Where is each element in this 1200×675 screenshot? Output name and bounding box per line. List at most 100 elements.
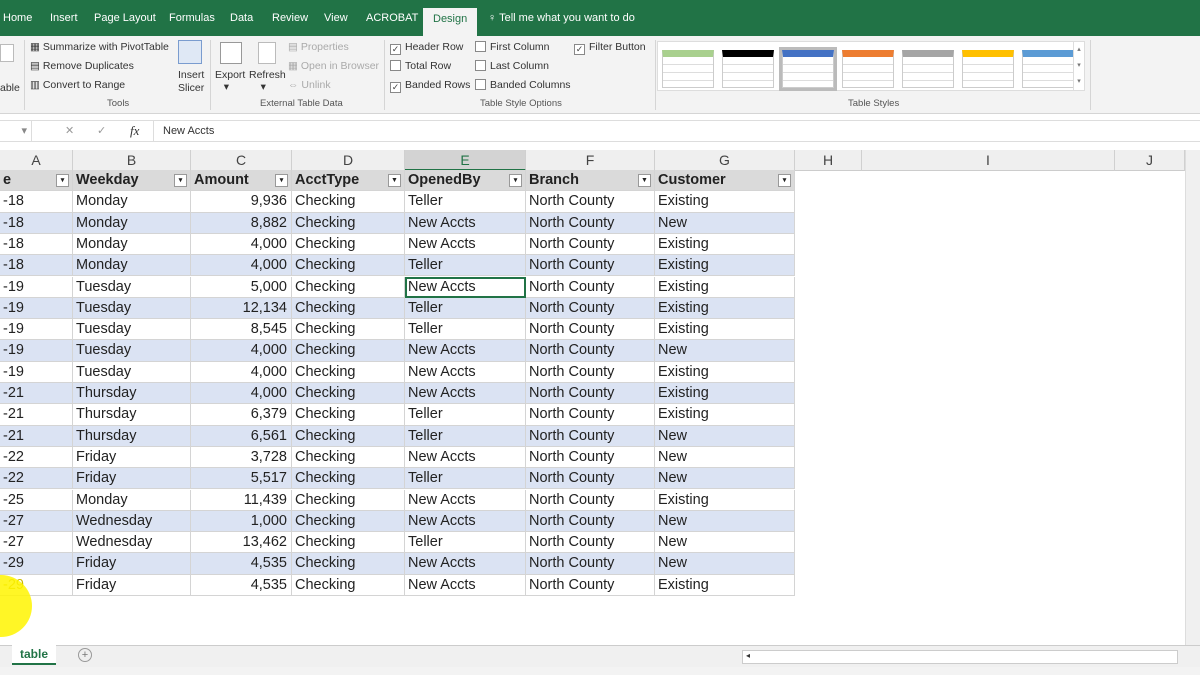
table-cell[interactable]: -22 [0, 468, 73, 490]
summarize-pivottable-button[interactable]: ▦ Summarize with PivotTable [30, 41, 169, 53]
table-header-e[interactable]: e ▾ [0, 170, 73, 192]
table-cell[interactable]: Existing [655, 255, 795, 277]
table-cell[interactable]: North County [526, 319, 655, 341]
table-cell[interactable]: North County [526, 510, 655, 533]
table-cell[interactable]: Tuesday [73, 340, 191, 362]
table-cell[interactable]: Monday [73, 489, 191, 511]
table-cell[interactable]: Monday [73, 233, 191, 256]
table-cell[interactable]: Teller [405, 319, 526, 341]
table-cell[interactable]: -22 [0, 446, 73, 469]
table-cell[interactable]: -19 [0, 361, 73, 383]
tab-review[interactable]: Review [272, 12, 308, 24]
table-cell[interactable]: Friday [73, 468, 191, 490]
tell-me-search[interactable]: ♀ Tell me what you want to do [488, 12, 635, 24]
table-style-swatch[interactable] [1022, 50, 1074, 88]
table-cell[interactable]: New Accts [405, 361, 526, 383]
table-cell[interactable]: New [655, 425, 795, 447]
filter-applied-icon[interactable]: ▼ [638, 174, 651, 187]
properties-button[interactable]: ▤ Properties [288, 41, 349, 53]
tab-data[interactable]: Data [230, 12, 253, 24]
table-cell[interactable]: Tuesday [73, 297, 191, 320]
table-cell[interactable]: New Accts [405, 489, 526, 511]
table-cell[interactable]: North County [526, 404, 655, 426]
table-cell[interactable]: Existing [655, 191, 795, 213]
checkbox-icon[interactable] [475, 60, 486, 71]
table-cell[interactable]: 4,000 [191, 361, 292, 383]
checkbox-banded-columns[interactable]: Banded Columns [475, 79, 571, 91]
table-cell[interactable]: -19 [0, 276, 73, 298]
table-cell[interactable]: -18 [0, 191, 73, 213]
column-header-B[interactable]: B [73, 150, 191, 171]
table-cell[interactable]: Teller [405, 297, 526, 320]
new-sheet-button[interactable]: + [78, 648, 92, 662]
table-cell[interactable]: 6,379 [191, 404, 292, 426]
table-cell[interactable]: 3,728 [191, 446, 292, 469]
table-cell[interactable]: New Accts [405, 340, 526, 362]
table-cell[interactable]: Friday [73, 446, 191, 469]
unlink-button[interactable]: ⇔ Unlink [288, 79, 331, 91]
table-cell[interactable]: Checking [292, 297, 405, 320]
table-cell[interactable]: Thursday [73, 383, 191, 405]
table-style-swatch[interactable] [842, 50, 894, 88]
table-cell[interactable]: Checking [292, 212, 405, 234]
table-cell[interactable]: New Accts [405, 233, 526, 256]
formula-input[interactable]: New Accts [153, 121, 214, 141]
table-cell[interactable]: Monday [73, 255, 191, 277]
tab-formulas[interactable]: Formulas [169, 12, 215, 24]
table-cell[interactable]: -18 [0, 212, 73, 234]
sheet-tab-table[interactable]: table [12, 645, 57, 665]
table-cell[interactable]: Teller [405, 255, 526, 277]
table-cell[interactable]: North County [526, 276, 655, 298]
column-header-H[interactable]: H [795, 150, 862, 171]
table-header-branch[interactable]: Branch ▼ [526, 170, 655, 192]
table-cell[interactable]: Checking [292, 574, 405, 596]
table-cell[interactable]: New Accts [405, 212, 526, 234]
checkbox-first-column[interactable]: First Column [475, 41, 550, 53]
table-cell[interactable]: Monday [73, 212, 191, 234]
table-cell[interactable]: Wednesday [73, 532, 191, 554]
checkbox-last-column[interactable]: Last Column [475, 60, 549, 72]
table-cell[interactable]: 12,134 [191, 297, 292, 320]
function-icon[interactable]: fx [130, 123, 139, 139]
table-cell[interactable]: -27 [0, 532, 73, 554]
enter-icon[interactable]: ✓ [97, 124, 106, 137]
table-cell[interactable]: Teller [405, 532, 526, 554]
table-style-swatch[interactable] [662, 50, 714, 88]
table-cell[interactable]: Existing [655, 233, 795, 256]
tab-design[interactable]: Design [423, 8, 478, 36]
checkbox-icon[interactable]: ✓ [574, 44, 585, 55]
table-cell[interactable]: Teller [405, 404, 526, 426]
table-cell[interactable]: -29 [0, 553, 73, 575]
table-cell[interactable]: 6,561 [191, 425, 292, 447]
table-cell[interactable]: Checking [292, 340, 405, 362]
table-cell[interactable]: -25 [0, 489, 73, 511]
table-cell[interactable]: 8,882 [191, 212, 292, 234]
table-cell[interactable]: -19 [0, 340, 73, 362]
filter-dropdown-icon[interactable]: ▾ [275, 174, 288, 187]
table-cell[interactable]: Thursday [73, 425, 191, 447]
table-cell[interactable]: Existing [655, 319, 795, 341]
table-cell[interactable]: 11,439 [191, 489, 292, 511]
table-cell[interactable]: North County [526, 425, 655, 447]
table-cell[interactable]: New [655, 340, 795, 362]
table-cell[interactable]: -21 [0, 425, 73, 447]
table-cell[interactable]: North County [526, 468, 655, 490]
table-cell[interactable]: North County [526, 297, 655, 320]
name-box[interactable]: ▾ [0, 121, 32, 141]
table-cell[interactable]: -19 [0, 319, 73, 341]
column-header-E[interactable]: E [405, 150, 526, 171]
table-cell[interactable]: Checking [292, 510, 405, 533]
table-cell[interactable]: -21 [0, 383, 73, 405]
table-cell[interactable]: New [655, 212, 795, 234]
tab-home[interactable]: Home [3, 12, 32, 24]
table-cell[interactable]: North County [526, 446, 655, 469]
table-cell[interactable]: Teller [405, 468, 526, 490]
table-cell[interactable]: -18 [0, 233, 73, 256]
checkbox-icon[interactable] [390, 60, 401, 71]
table-cell[interactable]: -18 [0, 255, 73, 277]
table-cell[interactable]: New Accts [405, 446, 526, 469]
table-cell[interactable]: New [655, 532, 795, 554]
table-cell[interactable]: Existing [655, 574, 795, 596]
table-name-input[interactable] [0, 44, 14, 62]
table-cell[interactable]: 4,000 [191, 340, 292, 362]
